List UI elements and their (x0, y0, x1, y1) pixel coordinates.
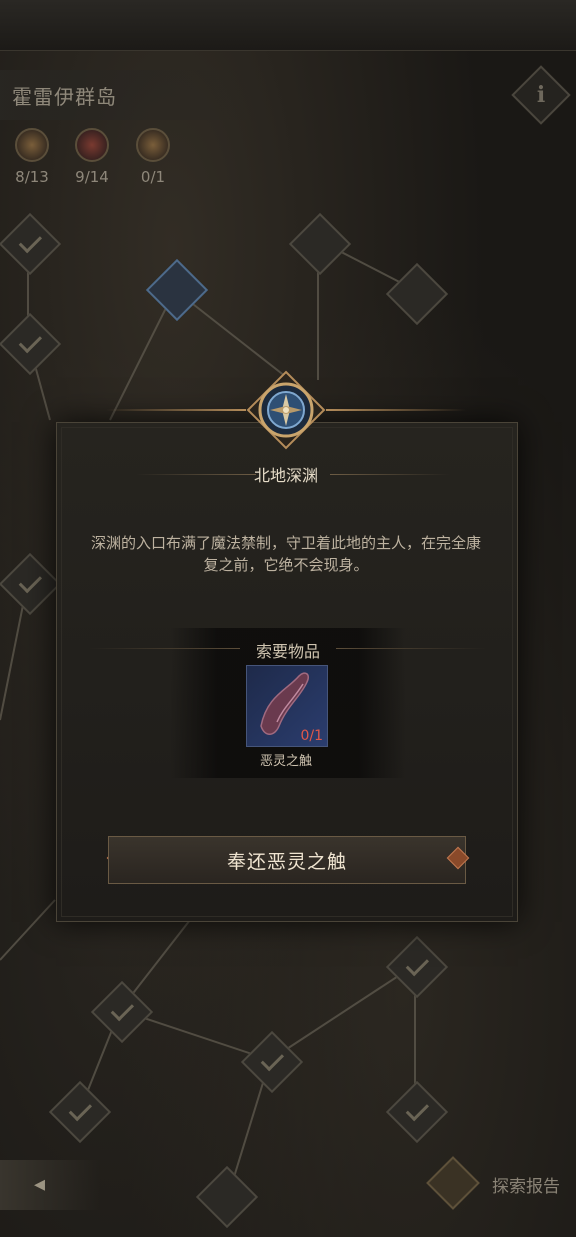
emblem-wing-right (326, 409, 466, 411)
checkmark-icon (18, 329, 43, 354)
counter-value: 0/1 (140, 168, 166, 186)
chest-icon (15, 128, 49, 162)
checkmark-icon (18, 229, 43, 254)
compass-emblem-icon (246, 370, 326, 450)
top-bar (0, 0, 576, 51)
requirement-label: 索要物品 (255, 642, 320, 661)
dialog-description: 深渊的入口布满了魔法禁制，守卫着此地的主人，在完全康复之前，它绝不会现身。 (90, 534, 481, 574)
required-item-slot[interactable]: 0/1 (246, 665, 328, 747)
counter-red-chests[interactable]: 9/14 (68, 128, 116, 186)
counter-value: 8/13 (15, 168, 49, 186)
exploration-report-label: 探索报告 (492, 1177, 560, 1197)
back-arrow-icon: ◂ (34, 1172, 46, 1197)
back-button[interactable]: ◂ (0, 1160, 100, 1210)
return-item-button[interactable]: 奉还恶灵之触 (108, 836, 466, 884)
red-chest-icon (75, 128, 109, 162)
emblem-wing-left (106, 409, 246, 411)
item-count: 0/1 (300, 728, 323, 744)
counter-relics[interactable]: 0/1 (129, 128, 177, 186)
checkmark-icon (110, 997, 135, 1022)
relic-icon (136, 128, 170, 162)
scroll-icon (426, 1156, 480, 1210)
checkmark-icon (405, 1097, 430, 1122)
counter-chests[interactable]: 8/13 (8, 128, 56, 186)
checkmark-icon (260, 1047, 285, 1072)
item-name: 恶灵之触 (259, 754, 312, 769)
region-title: 霍雷伊群岛 (12, 84, 117, 109)
checkmark-icon (18, 569, 43, 594)
info-icon: i (536, 82, 546, 108)
dialog-title: 北地深渊 (253, 466, 318, 485)
counter-value: 9/14 (75, 168, 109, 186)
region-title-bar: 霍雷伊群岛 (0, 70, 270, 120)
exploration-report-button[interactable]: 探索报告 (426, 1156, 570, 1210)
checkmark-icon (405, 952, 430, 977)
checkmark-icon (68, 1097, 93, 1122)
